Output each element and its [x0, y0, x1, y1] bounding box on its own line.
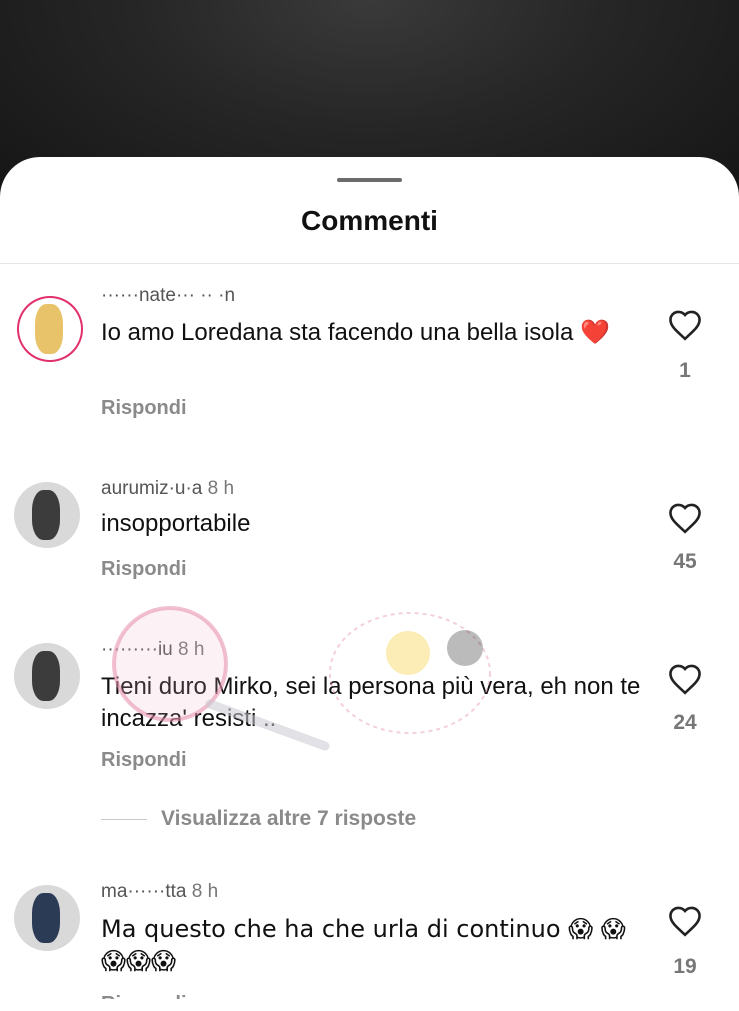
heart-outline-icon[interactable] — [667, 502, 703, 534]
comment-time: 8 h — [191, 881, 219, 902]
view-more-replies-button[interactable]: Visualizza altre 7 risposte — [101, 804, 416, 834]
reply-button[interactable]: Rispondi — [101, 558, 187, 581]
sheet-bottom-edge — [0, 999, 739, 1011]
comment-text: Tieni duro Mirko, sei la persona più ver… — [101, 673, 641, 732]
avatar[interactable] — [14, 885, 80, 951]
comment-username[interactable]: ······nate··· ·· ·n — [101, 285, 235, 307]
view-more-replies-label[interactable]: Visualizza altre 7 risposte — [161, 807, 416, 831]
comments-sheet: Commenti ······nate··· ·· ·n Io amo Lore… — [0, 157, 739, 1011]
heart-outline-icon[interactable] — [667, 663, 703, 695]
like-count: 1 — [679, 359, 691, 382]
comment-username[interactable]: aurumiz·u·a 8 h — [101, 478, 234, 500]
sheet-grabber-handle[interactable] — [337, 178, 402, 182]
header-divider — [0, 263, 739, 264]
avatar[interactable] — [14, 293, 86, 365]
comment-time: 8 h — [178, 639, 205, 660]
like-count: 45 — [673, 550, 697, 573]
username-text[interactable]: ······nate··· ·· ·n — [101, 285, 235, 306]
comment-text: Ma questo che ha che urla di continuo 😱 … — [101, 915, 626, 975]
avatar[interactable] — [14, 482, 80, 548]
comment-item: aurumiz·u·a 8 h insopportabile Rispondi … — [0, 478, 739, 628]
replies-divider-line — [101, 818, 147, 820]
username-text[interactable]: ·········iu — [101, 639, 173, 660]
heart-outline-icon[interactable] — [667, 905, 703, 937]
comment-item: ma······tta 8 h Ma questo che ha che url… — [0, 881, 739, 1011]
comment-username[interactable]: ·········iu 8 h — [101, 639, 204, 661]
username-text[interactable]: aurumiz·u·a — [101, 478, 202, 499]
comment-time: 8 h — [207, 478, 235, 499]
comment-text: insopportabile — [101, 510, 251, 537]
comment-text: Io amo Loredana sta facendo una bella is… — [101, 319, 610, 346]
comment-item: ·········iu 8 h Tieni duro Mirko, sei la… — [0, 639, 739, 789]
like-count: 24 — [673, 711, 697, 734]
heart-outline-icon[interactable] — [667, 309, 703, 341]
like-count: 19 — [673, 955, 697, 978]
avatar[interactable] — [14, 643, 80, 709]
username-text[interactable]: ma······tta — [101, 881, 186, 902]
reply-button[interactable]: Rispondi — [101, 749, 187, 772]
comment-username[interactable]: ma······tta 8 h — [101, 881, 218, 903]
reply-button[interactable]: Rispondi — [101, 397, 187, 420]
sheet-title: Commenti — [301, 205, 438, 236]
comment-item: ······nate··· ·· ·n Io amo Loredana sta … — [0, 285, 739, 435]
